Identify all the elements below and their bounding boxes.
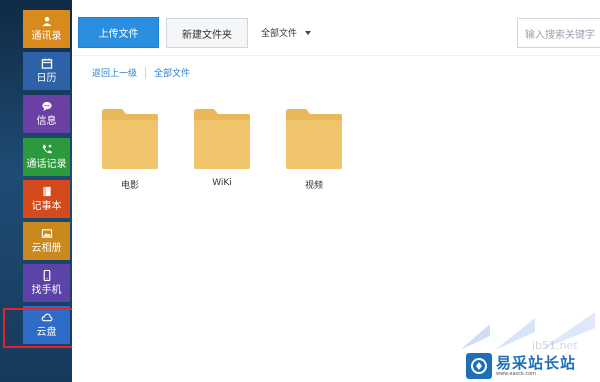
breadcrumb: 返回上一级 全部文件 bbox=[92, 66, 190, 79]
breadcrumb-current[interactable]: 全部文件 bbox=[154, 66, 190, 79]
toolbar: 上传文件 新建文件夹 全部文件 输入搜索关键字 bbox=[72, 0, 600, 56]
sidebar-item-label: 通讯录 bbox=[31, 31, 62, 42]
sidebar: 通讯录 日历 信息 通话记录 记事本 云相册 找手机 云盘 bbox=[0, 0, 101, 382]
sidebar-item-photo-album[interactable]: 云相册 bbox=[23, 222, 70, 260]
call-log-icon bbox=[42, 144, 52, 154]
folder-icon bbox=[286, 109, 342, 169]
sidebar-item-find-phone[interactable]: 找手机 bbox=[23, 264, 70, 302]
folder-item[interactable]: 电影 bbox=[100, 108, 160, 191]
sidebar-item-label: 日历 bbox=[36, 73, 57, 84]
contacts-icon bbox=[41, 16, 52, 27]
folder-name: 电影 bbox=[120, 181, 139, 191]
sidebar-item-label: 云相册 bbox=[31, 243, 62, 254]
new-folder-button[interactable]: 新建文件夹 bbox=[166, 18, 248, 48]
folder-item[interactable]: WiKi bbox=[192, 108, 252, 188]
search-input[interactable]: 输入搜索关键字 bbox=[517, 18, 600, 48]
file-filter-dropdown[interactable]: 全部文件 bbox=[261, 26, 312, 39]
folder-name: 视频 bbox=[304, 181, 323, 191]
upload-file-button[interactable]: 上传文件 bbox=[78, 17, 159, 48]
back-link[interactable]: 返回上一级 bbox=[92, 66, 137, 79]
photo-album-icon bbox=[41, 229, 52, 238]
folder-icon bbox=[194, 109, 250, 169]
file-filter-label: 全部文件 bbox=[261, 29, 298, 39]
watermark-title: 易采站长站 bbox=[496, 353, 577, 372]
phone-icon bbox=[43, 270, 50, 281]
breadcrumb-divider bbox=[145, 66, 147, 79]
notebook-icon bbox=[42, 186, 51, 197]
sidebar-item-label: 找手机 bbox=[31, 285, 62, 296]
sidebar-item-label: 通话记录 bbox=[26, 159, 67, 170]
folder-item[interactable]: 视频 bbox=[284, 108, 344, 191]
calendar-icon bbox=[41, 58, 52, 69]
folder-name: WiKi bbox=[212, 178, 232, 188]
chevron-down-icon bbox=[305, 30, 312, 35]
logo-icon bbox=[466, 353, 492, 379]
sidebar-item-call-log[interactable]: 通话记录 bbox=[23, 138, 70, 176]
watermark: 易采站长站 www.easck.com bbox=[464, 350, 600, 382]
watermark-arrows bbox=[460, 312, 595, 350]
sidebar-item-contacts[interactable]: 通讯录 bbox=[23, 10, 70, 48]
message-icon bbox=[41, 101, 52, 112]
sidebar-item-calendar[interactable]: 日历 bbox=[23, 52, 70, 90]
sidebar-item-label: 信息 bbox=[36, 116, 57, 127]
sidebar-item-label: 记事本 bbox=[31, 201, 62, 212]
folder-icon bbox=[102, 109, 158, 169]
sidebar-item-messages[interactable]: 信息 bbox=[23, 95, 70, 133]
watermark-subtitle: www.easck.com bbox=[496, 371, 537, 378]
sidebar-item-notebook[interactable]: 记事本 bbox=[23, 180, 70, 218]
